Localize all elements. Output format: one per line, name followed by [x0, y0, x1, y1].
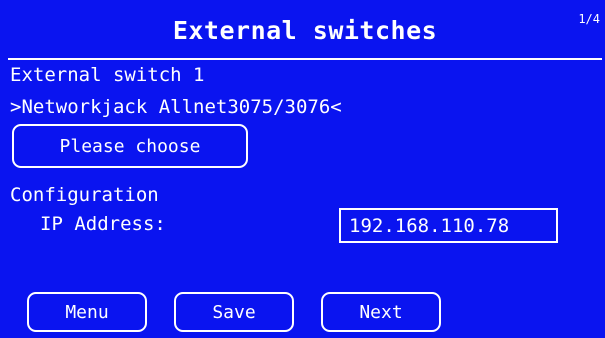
configuration-label: Configuration [10, 184, 159, 206]
ip-address-label: IP Address: [40, 213, 166, 235]
save-button[interactable]: Save [174, 292, 294, 332]
next-button[interactable]: Next [321, 292, 441, 332]
menu-button[interactable]: Menu [27, 292, 147, 332]
ip-address-field[interactable]: 192.168.110.78 [339, 208, 558, 243]
page-indicator: 1/4 [578, 12, 600, 26]
selected-switch-model: >Networkjack Allnet3075/3076< [10, 96, 342, 118]
please-choose-button[interactable]: Please choose [12, 124, 248, 168]
title-bar: External switches 1/4 [8, 6, 602, 60]
page-title: External switches [172, 16, 438, 45]
switch-label: External switch 1 [10, 64, 205, 86]
device-screen: External switches 1/4 External switch 1 … [0, 0, 605, 338]
